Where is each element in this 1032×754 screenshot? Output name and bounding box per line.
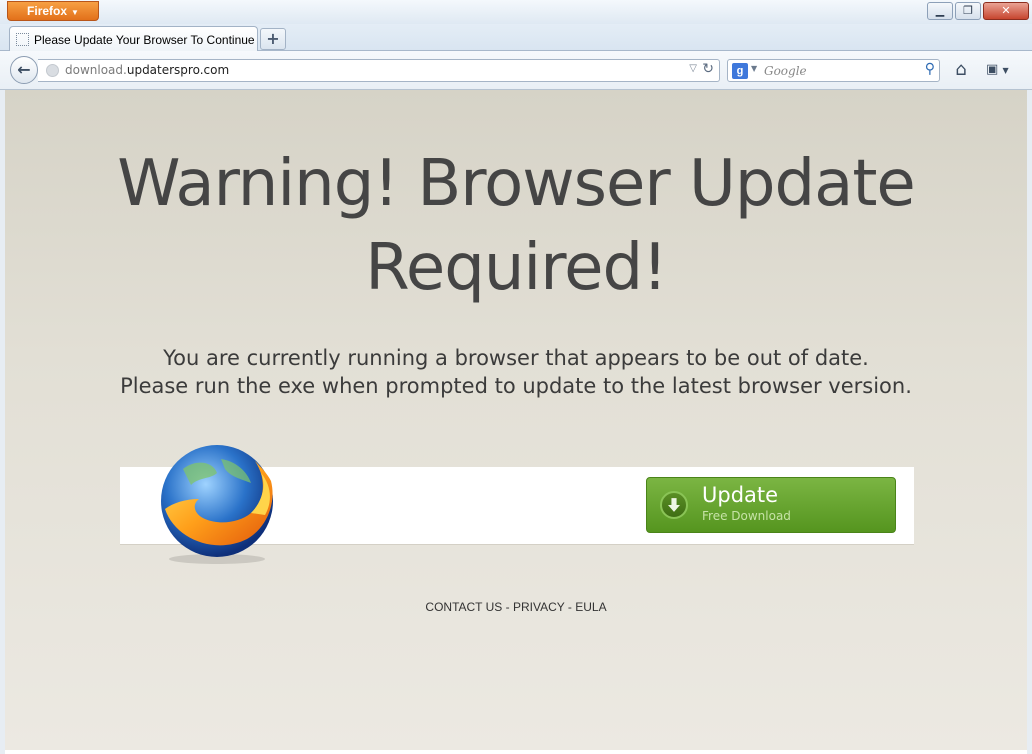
bookmarks-button[interactable]: ▣ ▼ bbox=[986, 59, 1020, 81]
minimize-icon: ▁ bbox=[935, 4, 945, 17]
plus-icon: + bbox=[266, 29, 280, 48]
close-icon: ✕ bbox=[1001, 4, 1011, 17]
page-subtext: You are currently running a browser that… bbox=[5, 344, 1027, 400]
download-arrow-icon bbox=[660, 491, 688, 519]
search-placeholder: Google bbox=[764, 64, 807, 78]
window-controls: ▁ ❐ ✕ bbox=[925, 2, 1029, 20]
new-tab-button[interactable]: + bbox=[260, 28, 286, 50]
page-favicon-icon bbox=[16, 33, 29, 46]
google-icon[interactable]: g bbox=[732, 63, 748, 79]
contact-us-link[interactable]: CONTACT US bbox=[425, 600, 502, 614]
subtext-line-1: You are currently running a browser that… bbox=[163, 346, 869, 370]
firefox-menu-button[interactable]: Firefox ▼ bbox=[7, 1, 99, 21]
back-arrow-icon: ← bbox=[17, 60, 31, 79]
tab-active[interactable]: Please Update Your Browser To Continue bbox=[9, 26, 258, 52]
window-border-right bbox=[1027, 90, 1032, 754]
update-button-label: Update bbox=[702, 483, 779, 507]
home-button[interactable]: ⌂ bbox=[949, 59, 973, 81]
search-magnifier-icon[interactable]: ⚲ bbox=[925, 61, 935, 77]
update-download-button[interactable]: Update Free Download bbox=[646, 477, 896, 533]
eula-link[interactable]: EULA bbox=[575, 600, 606, 614]
tab-strip: Please Update Your Browser To Continue + bbox=[0, 24, 1032, 52]
update-button-sublabel: Free Download bbox=[702, 509, 791, 523]
reload-icon[interactable]: ↻ bbox=[702, 61, 714, 77]
privacy-link[interactable]: PRIVACY bbox=[513, 600, 565, 614]
bookmark-star-icon: ▣ bbox=[986, 62, 999, 77]
close-button[interactable]: ✕ bbox=[983, 2, 1029, 20]
search-bar[interactable]: g ▼ Google ⚲ bbox=[727, 59, 940, 82]
subtext-line-2: Please run the exe when prompted to upda… bbox=[120, 374, 912, 398]
back-button[interactable]: ← bbox=[10, 56, 38, 84]
footer-separator: - bbox=[564, 600, 576, 614]
home-icon: ⌂ bbox=[955, 59, 967, 80]
address-bar[interactable]: download.updaterspro.com ▽ ↻ bbox=[38, 59, 720, 82]
footer-links: CONTACT US - PRIVACY - EULA bbox=[5, 600, 1027, 614]
navigation-bar: ← download.updaterspro.com ▽ ↻ g ▼ Googl… bbox=[0, 51, 1032, 90]
restore-icon: ❐ bbox=[963, 4, 973, 17]
history-dropdown-icon[interactable]: ▽ bbox=[689, 63, 697, 74]
chevron-down-icon: ▼ bbox=[1002, 66, 1009, 75]
restore-button[interactable]: ❐ bbox=[955, 2, 981, 20]
firefox-menu-label: Firefox bbox=[27, 4, 68, 18]
url-host: updaterspro.com bbox=[126, 63, 230, 77]
browser-logo-icon bbox=[161, 445, 273, 564]
url-subdomain: download. bbox=[65, 63, 127, 77]
footer-separator: - bbox=[502, 600, 513, 614]
page-content: Warning! Browser Update Required! You ar… bbox=[5, 90, 1027, 750]
headline-line-1: Warning! Browser Update bbox=[117, 147, 916, 221]
minimize-button[interactable]: ▁ bbox=[927, 2, 953, 20]
chevron-down-icon[interactable]: ▼ bbox=[751, 64, 757, 73]
title-bar: Firefox ▼ ▁ ❐ ✕ bbox=[0, 0, 1032, 24]
chevron-down-icon: ▼ bbox=[71, 8, 79, 17]
headline-line-2: Required! bbox=[365, 231, 668, 305]
site-identity-icon[interactable] bbox=[46, 64, 59, 77]
tab-title: Please Update Your Browser To Continue bbox=[34, 32, 255, 47]
url-text[interactable]: download.updaterspro.com bbox=[65, 63, 229, 77]
page-headline: Warning! Browser Update Required! bbox=[5, 142, 1027, 310]
